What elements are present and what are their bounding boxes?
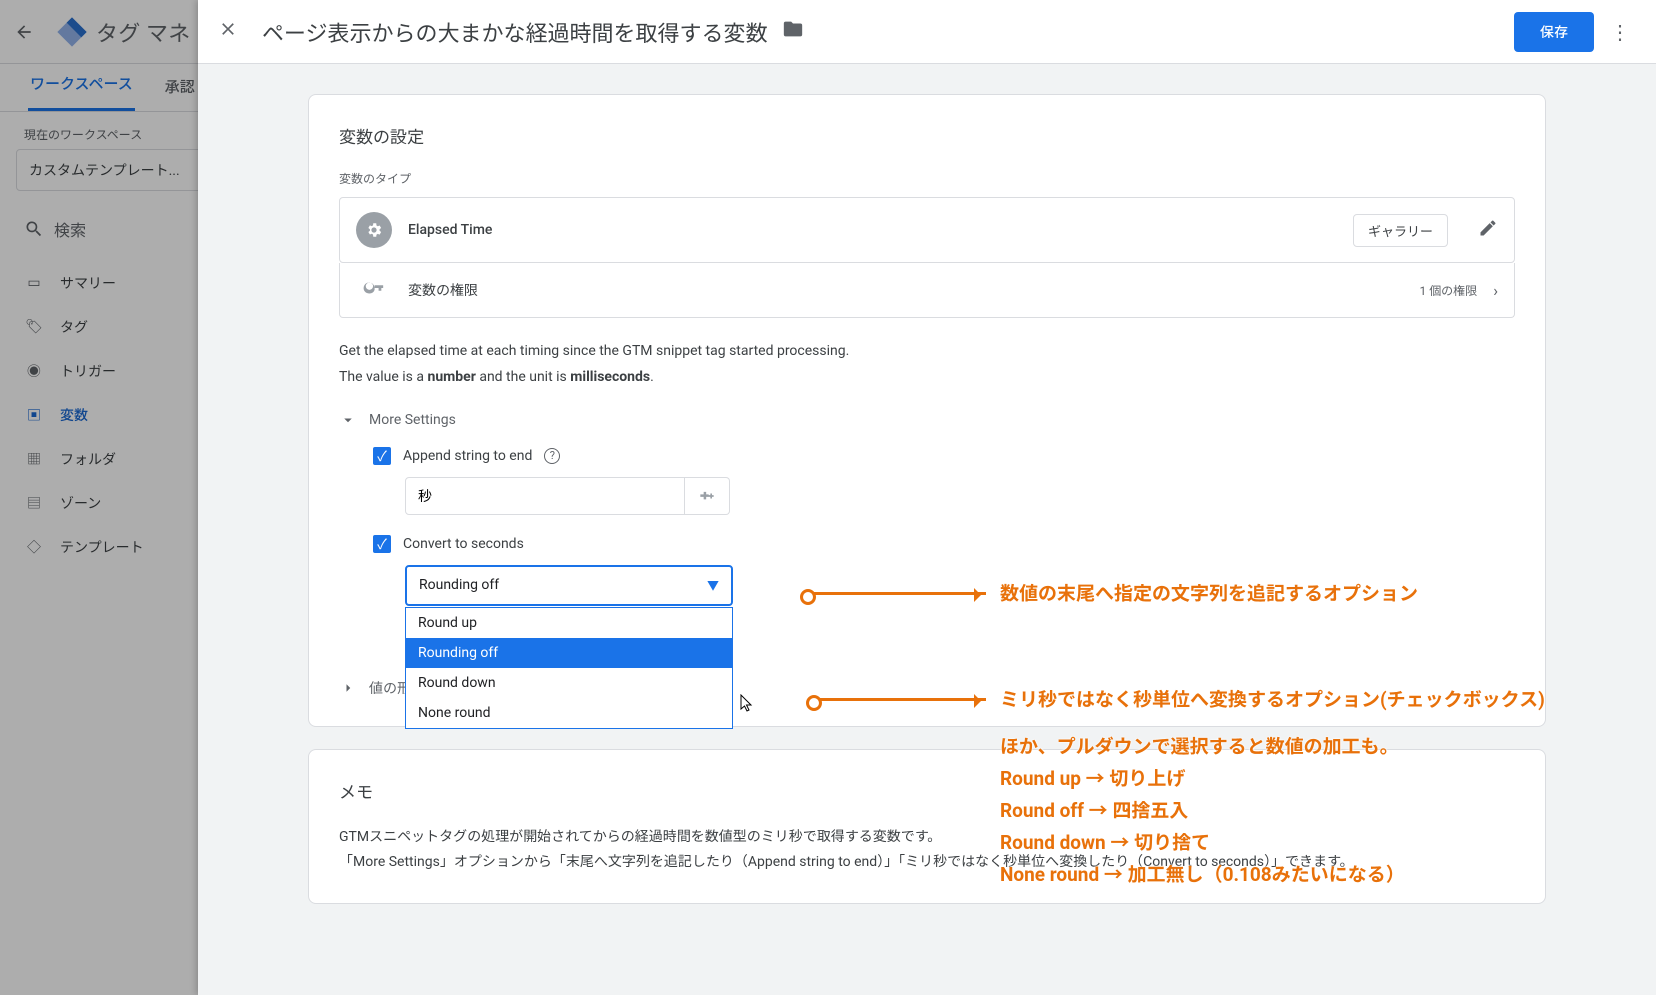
more-menu-button[interactable]: ⋮ — [1604, 12, 1636, 52]
drawer-header: ページ表示からの大まかな経過時間を取得する変数 保存 ⋮ — [198, 0, 1656, 64]
brick-plus-icon — [697, 486, 717, 506]
checkbox-checked-icon[interactable]: ✓ — [373, 447, 391, 465]
annotation-append: 数値の末尾へ指定の文字列を追記するオプション — [1000, 579, 1418, 608]
variable-type-row[interactable]: Elapsed Time ギャラリー — [339, 197, 1515, 263]
variable-permissions-row[interactable]: 変数の権限 1 個の権限 › — [339, 263, 1515, 318]
permissions-label: 変数の権限 — [408, 280, 1403, 300]
description-line1: Get the elapsed time at each timing sinc… — [339, 340, 1515, 362]
memo-heading: メモ — [339, 778, 1515, 803]
convert-label: Convert to seconds — [403, 536, 524, 552]
memo-line1: GTMスニペットタグの処理が開始されてからの経過時間を数値型のミリ秒で取得する変… — [339, 825, 1515, 850]
rounding-option-rounding-off[interactable]: Rounding off — [406, 638, 732, 668]
variable-type-name: Elapsed Time — [408, 222, 1337, 238]
more-settings-label: More Settings — [369, 412, 456, 428]
rounding-select-wrap: Rounding off ▼ Round up Rounding off Rou… — [405, 565, 733, 606]
rounding-option-round-down[interactable]: Round down — [406, 668, 732, 698]
close-icon — [218, 19, 238, 39]
annotation-convert: ミリ秒ではなく秒単位へ変換するオプション(チェックボックス) — [1000, 685, 1545, 714]
append-label: Append string to end — [403, 448, 532, 464]
annotation-connector-2 — [812, 698, 986, 701]
drawer-title: ページ表示からの大まかな経過時間を取得する変数 — [262, 16, 768, 48]
append-checkbox-row[interactable]: ✓ Append string to end ? — [373, 447, 1515, 465]
convert-checkbox-row[interactable]: ✓ Convert to seconds — [373, 535, 1515, 553]
append-input-group — [405, 477, 1515, 515]
save-button[interactable]: 保存 — [1514, 12, 1594, 52]
rounding-option-round-up[interactable]: Round up — [406, 608, 732, 638]
key-icon — [356, 277, 392, 303]
annotation-round-up: Round up → 切り上げ — [1000, 764, 1185, 793]
edit-icon[interactable] — [1478, 218, 1498, 242]
annotation-dropdown-intro: ほか、プルダウンで選択すると数値の加工も。 — [1000, 732, 1399, 761]
annotation-round-off: Round off → 四捨五入 — [1000, 796, 1188, 825]
rounding-option-none-round[interactable]: None round — [406, 698, 732, 728]
annotation-connector-1 — [806, 592, 986, 595]
chevron-right-icon — [339, 679, 357, 697]
chevron-down-icon — [339, 411, 357, 429]
config-heading: 変数の設定 — [339, 123, 1515, 148]
gallery-button[interactable]: ギャラリー — [1353, 214, 1448, 247]
description-line2: The value is a number and the unit is mi… — [339, 366, 1515, 388]
insert-variable-button[interactable] — [685, 477, 730, 515]
more-settings-toggle[interactable]: More Settings — [339, 411, 1515, 429]
checkbox-checked-icon[interactable]: ✓ — [373, 535, 391, 553]
caret-down-icon: ▼ — [707, 577, 719, 594]
close-button[interactable] — [210, 11, 246, 53]
chevron-right-icon: › — [1493, 281, 1498, 300]
permissions-count: 1 個の権限 — [1419, 282, 1477, 299]
help-icon[interactable]: ? — [544, 448, 560, 464]
rounding-select[interactable]: Rounding off ▼ — [405, 565, 733, 606]
annotation-none-round: None round → 加工無し（0.108みたいになる） — [1000, 860, 1405, 889]
annotation-round-down: Round down → 切り捨て — [1000, 828, 1210, 857]
gear-icon — [356, 212, 392, 248]
rounding-selected-value: Rounding off — [419, 577, 499, 593]
append-string-input[interactable] — [405, 477, 685, 515]
cursor-icon — [740, 694, 756, 719]
variable-config-card: 変数の設定 変数のタイプ Elapsed Time ギャラリー 変数の権限 1 … — [308, 94, 1546, 727]
variable-drawer: ページ表示からの大まかな経過時間を取得する変数 保存 ⋮ 変数の設定 変数のタイ… — [198, 0, 1656, 995]
folder-icon[interactable] — [782, 18, 804, 46]
drawer-body: 変数の設定 変数のタイプ Elapsed Time ギャラリー 変数の権限 1 … — [198, 64, 1656, 995]
type-label: 変数のタイプ — [339, 170, 1515, 187]
rounding-dropdown: Round up Rounding off Round down None ro… — [405, 607, 733, 729]
